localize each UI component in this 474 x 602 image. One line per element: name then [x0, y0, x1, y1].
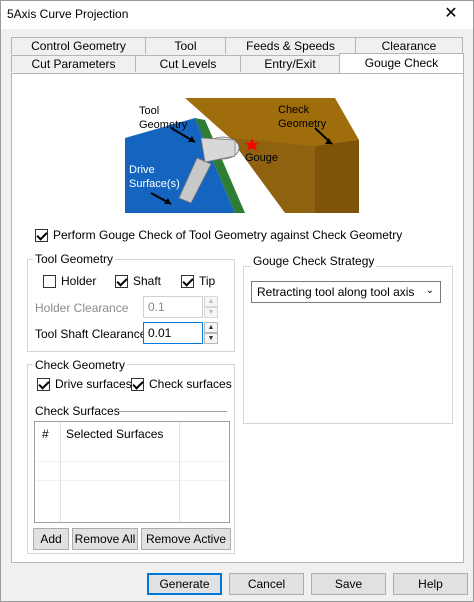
column-divider: [179, 422, 180, 522]
column-header-number[interactable]: #: [42, 422, 49, 446]
tab-tool[interactable]: Tool: [145, 37, 226, 54]
perform-gouge-check-checkbox[interactable]: [35, 229, 48, 242]
drive-surfaces-label-2: Surface(s): [129, 178, 180, 190]
check-surfaces-checkbox[interactable]: [131, 378, 144, 391]
tab-entry-exit[interactable]: Entry/Exit: [240, 55, 340, 72]
holder-clearance-spin-up-icon[interactable]: ▲: [204, 296, 218, 307]
column-divider: [60, 422, 61, 522]
gouge-check-strategy-title: Gouge Check Strategy: [251, 254, 377, 268]
check-geometry-label-2: Geometry: [278, 118, 327, 130]
check-geometry-label-1: Check: [278, 104, 310, 116]
perform-gouge-check-label: Perform Gouge Check of Tool Geometry aga…: [53, 228, 403, 242]
remove-active-button[interactable]: Remove Active: [141, 528, 231, 550]
tool-geometry-label-2: Geometry: [139, 119, 188, 131]
help-button[interactable]: Help: [393, 573, 468, 595]
check-surfaces-divider: [117, 411, 227, 412]
check-surfaces-label: Check surfaces: [149, 377, 232, 391]
gouge-check-strategy-value: Retracting tool along tool axis: [257, 285, 415, 299]
holder-checkbox[interactable]: [43, 275, 56, 288]
tool-shaft-clearance-input[interactable]: 0.01: [143, 322, 203, 344]
tab-cut-levels[interactable]: Cut Levels: [135, 55, 241, 72]
dialog-window: 5Axis Curve Projection ✕ Control Geometr…: [0, 0, 474, 602]
add-button[interactable]: Add: [33, 528, 69, 550]
gouge-check-strategy-select[interactable]: Retracting tool along tool axis ⌄: [251, 281, 441, 303]
tab-feeds-speeds[interactable]: Feeds & Speeds: [225, 37, 356, 54]
row-line: [35, 461, 229, 462]
window-title: 5Axis Curve Projection: [7, 7, 129, 21]
tool-shaft-clearance-spin-down-icon[interactable]: ▼: [204, 333, 218, 344]
tool-geometry-label-1: Tool: [139, 105, 160, 117]
gouge-label: Gouge: [245, 152, 279, 164]
check-geometry-title: Check Geometry: [33, 358, 128, 372]
holder-clearance-spin-down-icon[interactable]: ▼: [204, 307, 218, 318]
holder-clearance-input[interactable]: 0.1: [143, 296, 203, 318]
tool-shaft-clearance-label: Tool Shaft Clearance: [35, 327, 147, 341]
tip-label: Tip: [199, 274, 216, 288]
save-button[interactable]: Save: [311, 573, 386, 595]
shaft-label: Shaft: [133, 274, 162, 288]
tab-gouge-check[interactable]: Gouge Check: [339, 53, 464, 73]
check-surfaces-list[interactable]: # Selected Surfaces: [34, 421, 230, 523]
check-surfaces-heading: Check Surfaces: [35, 404, 120, 418]
title-bar: 5Axis Curve Projection ✕: [1, 1, 473, 29]
row-line: [35, 480, 229, 481]
shaft-checkbox[interactable]: [115, 275, 128, 288]
generate-button[interactable]: Generate: [147, 573, 222, 595]
drive-surfaces-label-1: Drive: [129, 164, 155, 176]
gouge-check-illustration: Tool Geometry Check Geometry Gouge Drive…: [125, 98, 359, 213]
check-geometry-side: [315, 140, 359, 213]
drive-surfaces-checkbox[interactable]: [37, 378, 50, 391]
tab-control-geometry[interactable]: Control Geometry: [11, 37, 146, 54]
cancel-button[interactable]: Cancel: [229, 573, 304, 595]
gouge-diagram: [125, 98, 359, 213]
tool-shaft-clearance-spin-up-icon[interactable]: ▲: [204, 322, 218, 333]
check-geometry-front: [230, 138, 315, 213]
holder-clearance-label: Holder Clearance: [35, 301, 129, 315]
remove-all-button[interactable]: Remove All: [72, 528, 138, 550]
chevron-down-icon[interactable]: ⌄: [426, 285, 434, 296]
column-header-selected-surfaces[interactable]: Selected Surfaces: [66, 422, 163, 446]
tip-checkbox[interactable]: [181, 275, 194, 288]
holder-label: Holder: [61, 274, 97, 288]
close-icon[interactable]: ✕: [433, 3, 469, 25]
tool-geometry-title: Tool Geometry: [33, 252, 116, 266]
tab-clearance[interactable]: Clearance: [355, 37, 463, 54]
tool-holder-body: [200, 137, 236, 163]
tab-cut-parameters[interactable]: Cut Parameters: [11, 55, 136, 72]
drive-surfaces-label: Drive surfaces: [55, 377, 132, 391]
